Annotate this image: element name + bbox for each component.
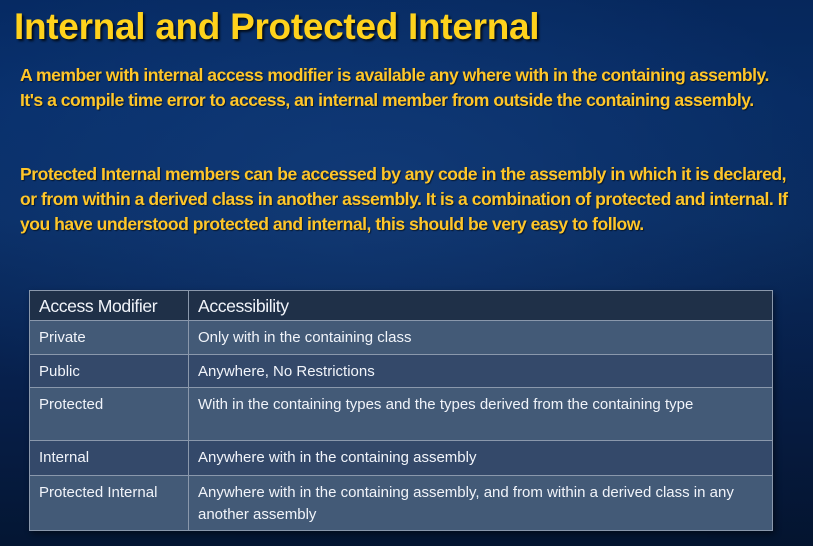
- accessibility-cell: Only with in the containing class: [188, 320, 773, 355]
- internal-description: A member with internal access modifier i…: [20, 65, 769, 110]
- table-row: Public Anywhere, No Restrictions: [29, 354, 773, 388]
- header-accessibility: Accessibility: [188, 290, 773, 321]
- header-access-modifier: Access Modifier: [29, 290, 189, 321]
- table-row: Protected With in the containing types a…: [29, 387, 773, 441]
- accessibility-cell: With in the containing types and the typ…: [188, 387, 773, 441]
- access-modifier-table: Access Modifier Accessibility Private On…: [29, 290, 773, 531]
- table-row: Protected Internal Anywhere with in the …: [29, 475, 773, 531]
- modifier-cell: Private: [29, 320, 189, 355]
- table-row: Private Only with in the containing clas…: [29, 320, 773, 355]
- modifier-cell: Internal: [29, 440, 189, 476]
- accessibility-cell: Anywhere, No Restrictions: [188, 354, 773, 388]
- table-header-row: Access Modifier Accessibility: [29, 290, 773, 321]
- accessibility-cell: Anywhere with in the containing assembly…: [188, 475, 773, 531]
- modifier-cell: Public: [29, 354, 189, 388]
- accessibility-cell: Anywhere with in the containing assembly: [188, 440, 773, 476]
- protected-internal-description: Protected Internal members can be access…: [20, 164, 788, 234]
- table-row: Internal Anywhere with in the containing…: [29, 440, 773, 476]
- slide-title: Internal and Protected Internal: [14, 6, 540, 47]
- modifier-cell: Protected: [29, 387, 189, 441]
- modifier-cell: Protected Internal: [29, 475, 189, 531]
